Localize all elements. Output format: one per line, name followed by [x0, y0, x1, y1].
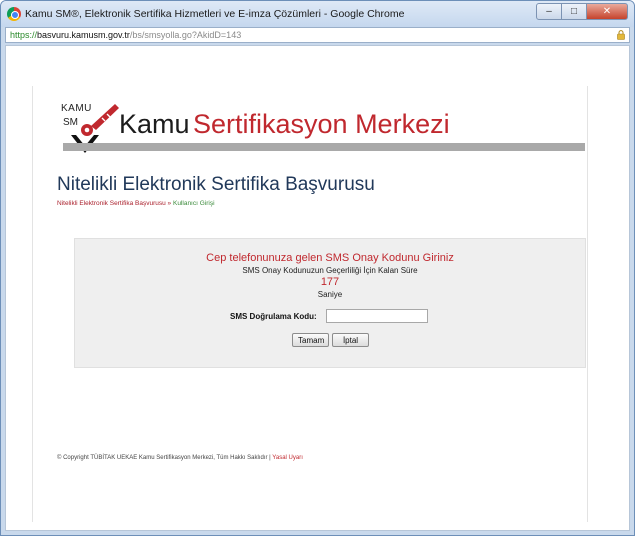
- close-button[interactable]: ✕: [586, 3, 628, 20]
- chrome-icon: [7, 7, 21, 21]
- sms-heading: Cep telefonunuza gelen SMS Onay Kodunu G…: [206, 252, 454, 264]
- url-host: basvuru.kamusm.gov.tr: [37, 30, 130, 40]
- page-card: KAMU SM Kamu Sertifikasyon Merkezi Nitel…: [32, 86, 588, 522]
- logo-sertifikasyon-word: Sertifikasyon Merkezi: [193, 109, 450, 139]
- countdown-unit: Saniye: [317, 290, 343, 299]
- title-bar: Kamu SM®, Elektronik Sertifika Hizmetler…: [1, 1, 634, 27]
- page-title: Nitelikli Elektronik Sertifika Başvurusu: [57, 174, 375, 195]
- url-path: /bs/smsyolla.go?AkidD=143: [129, 30, 242, 40]
- legal-notice-link[interactable]: Yasal Uyarı: [272, 455, 303, 461]
- footer-copyright: © Copyright TÜBİTAK UEKAE Kamu Sertifika…: [57, 455, 268, 461]
- logo-kamu-word: Kamu: [119, 109, 190, 139]
- page-viewport: KAMU SM Kamu Sertifikasyon Merkezi Nitel…: [5, 45, 630, 531]
- cancel-button[interactable]: İptal: [332, 333, 369, 347]
- footer-separator: |: [269, 455, 271, 461]
- sms-verification-panel: Cep telefonunuza gelen SMS Onay Kodunu G…: [74, 238, 586, 368]
- validity-label: SMS Onay Kodunuzun Geçerliliği İçin Kala…: [242, 266, 418, 275]
- breadcrumb-separator: »: [167, 200, 172, 207]
- window-controls: – □ ✕: [536, 3, 628, 21]
- header-divider: [63, 143, 585, 151]
- kamusm-logo: KAMU SM Kamu Sertifikasyon Merkezi: [61, 101, 481, 161]
- footer: © Copyright TÜBİTAK UEKAE Kamu Sertifika…: [57, 455, 303, 461]
- sms-code-label: SMS Doğrulama Kodu:: [230, 312, 317, 321]
- url-scheme: https://: [10, 30, 38, 40]
- breadcrumb-current: Kullanıcı Girişi: [172, 200, 215, 207]
- ok-button[interactable]: Tamam: [292, 333, 329, 347]
- window-title: Kamu SM®, Elektronik Sertifika Hizmetler…: [25, 8, 405, 20]
- address-bar[interactable]: https://basvuru.kamusm.gov.tr/bs/smsyoll…: [5, 27, 630, 43]
- lock-icon[interactable]: [617, 30, 625, 40]
- maximize-button[interactable]: □: [561, 3, 587, 20]
- breadcrumb-parent[interactable]: Nitelikli Elektronik Sertifika Başvurusu: [57, 200, 166, 207]
- minimize-button[interactable]: –: [536, 3, 562, 20]
- breadcrumb: Nitelikli Elektronik Sertifika Başvurusu…: [57, 200, 215, 207]
- browser-window: Kamu SM®, Elektronik Sertifika Hizmetler…: [0, 0, 635, 536]
- countdown-value: 177: [320, 276, 340, 288]
- url-text: https://basvuru.kamusm.gov.tr/bs/smsyoll…: [10, 30, 241, 40]
- sms-code-input[interactable]: [326, 309, 428, 323]
